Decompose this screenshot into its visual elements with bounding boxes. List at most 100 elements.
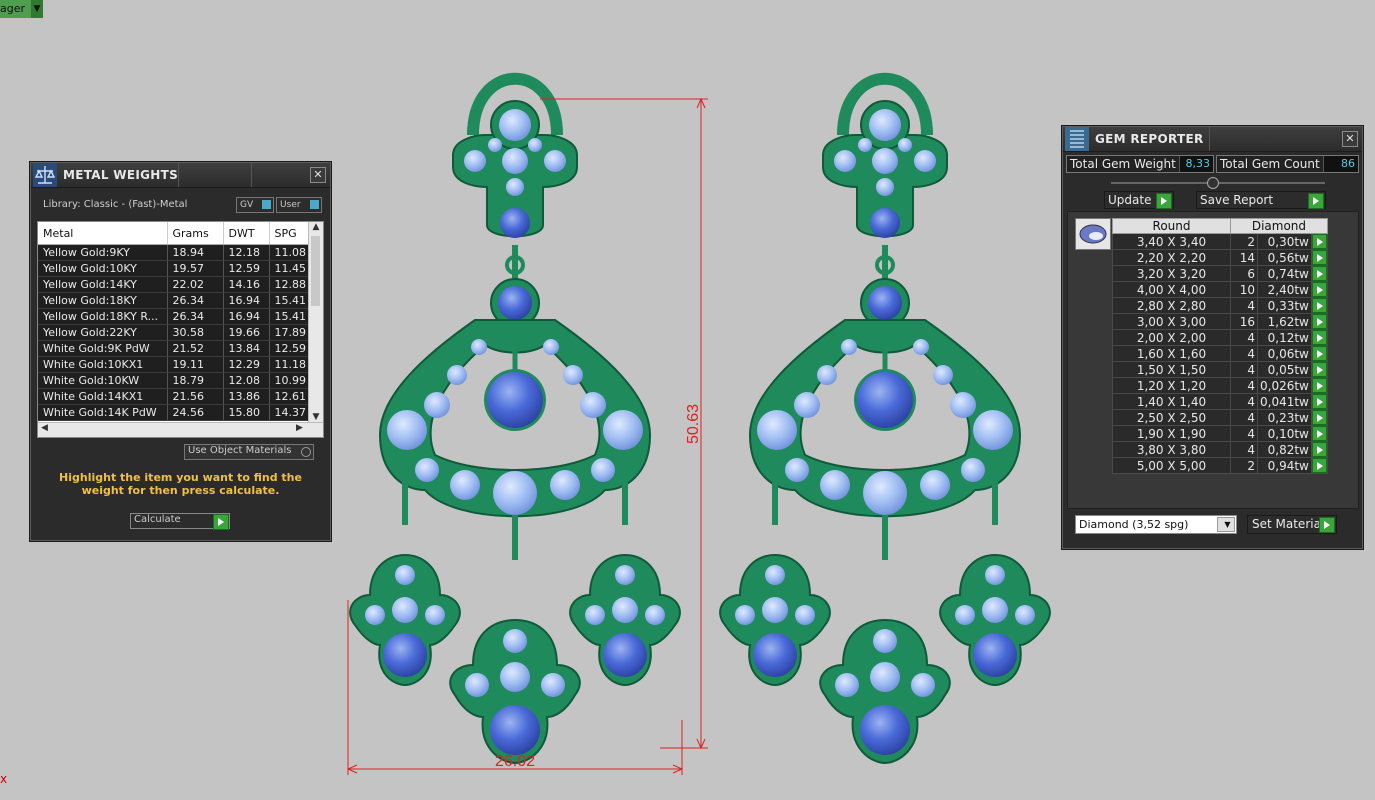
- scroll-up-icon[interactable]: ▲: [309, 222, 323, 232]
- gem-row[interactable]: 2,20 X 2,20 14 0,56tw: [1112, 249, 1328, 266]
- panel-title: GEM REPORTER: [1095, 132, 1204, 146]
- scroll-right-icon[interactable]: ▶: [296, 423, 303, 433]
- play-icon[interactable]: [1308, 193, 1324, 209]
- calculate-button[interactable]: Calculate: [130, 513, 230, 530]
- select-gem-button[interactable]: [1311, 426, 1327, 441]
- table-cell: 19.11: [167, 356, 224, 373]
- scroll-thumb[interactable]: [311, 236, 320, 306]
- gem-row[interactable]: 5,00 X 5,00 2 0,94tw: [1112, 457, 1328, 474]
- play-icon[interactable]: [1156, 193, 1172, 209]
- slider-knob[interactable]: [1207, 177, 1219, 189]
- material-select[interactable]: Diamond (3,52 spg) ▼: [1075, 515, 1237, 534]
- table-row[interactable]: White Gold:14KX1 21.56 13.86 12.61: [38, 388, 323, 405]
- gem-row[interactable]: 3,40 X 3,40 2 0,30tw: [1112, 233, 1328, 250]
- gem-size: 2,80 X 2,80: [1112, 297, 1231, 314]
- table-cell: Yellow Gold:22KY: [38, 324, 168, 341]
- scroll-down-icon[interactable]: ▼: [309, 412, 323, 422]
- table-cell: 13.84: [223, 340, 270, 357]
- gem-count: 2: [1230, 233, 1258, 250]
- table-cell: Yellow Gold:14KY: [38, 276, 168, 293]
- gem-count: 4: [1230, 297, 1258, 314]
- table-row[interactable]: Yellow Gold:18KY 26.34 16.94 15.41: [38, 292, 323, 309]
- gem-row[interactable]: 4,00 X 4,00 10 2,40tw: [1112, 281, 1328, 298]
- select-gem-button[interactable]: [1311, 266, 1327, 281]
- play-icon[interactable]: [1319, 517, 1335, 533]
- scroll-left-icon[interactable]: ◀: [41, 423, 48, 433]
- gem-row[interactable]: 2,00 X 2,00 4 0,12tw: [1112, 329, 1328, 346]
- round-gem-icon[interactable]: [1075, 218, 1111, 250]
- select-gem-button[interactable]: [1311, 458, 1327, 473]
- table-row[interactable]: White Gold:9K PdW 21.52 13.84 12.59: [38, 340, 323, 357]
- table-row[interactable]: White Gold:14K PdW 24.56 15.80 14.37: [38, 404, 323, 421]
- gem-row[interactable]: 3,80 X 3,80 4 0,82tw: [1112, 441, 1328, 458]
- gem-weight: 0,06tw: [1257, 345, 1312, 362]
- column-header[interactable]: Metal: [38, 222, 168, 245]
- gem-reporter-header[interactable]: GEM REPORTER ✕: [1063, 127, 1362, 152]
- gem-weight: 0,10tw: [1257, 425, 1312, 442]
- gv-toggle[interactable]: GV: [236, 197, 274, 213]
- close-button[interactable]: ✕: [310, 167, 326, 183]
- vertical-scrollbar[interactable]: ▲ ▼: [308, 222, 323, 422]
- table-cell: 26.34: [167, 292, 224, 309]
- metal-weights-header[interactable]: METAL WEIGHTS ✕: [31, 163, 330, 188]
- select-gem-button[interactable]: [1311, 282, 1327, 297]
- gem-row[interactable]: 1,20 X 1,20 4 0,026tw: [1112, 377, 1328, 394]
- gem-size: 1,90 X 1,90: [1112, 425, 1231, 442]
- table-row[interactable]: White Gold:10KX1 19.11 12.29 11.18: [38, 356, 323, 373]
- gem-row[interactable]: 1,90 X 1,90 4 0,10tw: [1112, 425, 1328, 442]
- table-cell: 21.56: [167, 388, 224, 405]
- select-gem-button[interactable]: [1311, 394, 1327, 409]
- table-row[interactable]: Yellow Gold:18KY R... 26.34 16.94 15.41: [38, 308, 323, 325]
- gem-row[interactable]: 1,40 X 1,40 4 0,041tw: [1112, 393, 1328, 410]
- set-material-button[interactable]: Set Material: [1247, 515, 1337, 534]
- close-button[interactable]: ✕: [1342, 131, 1358, 147]
- 3d-viewport[interactable]: ager ▼ 50.63 26.02 x METAL WEIGHTS ✕ Lib…: [0, 0, 1375, 800]
- user-toggle[interactable]: User: [276, 197, 322, 213]
- column-header[interactable]: DWT: [223, 222, 270, 245]
- table-row[interactable]: Yellow Gold:22KY 30.58 19.66 17.89: [38, 324, 323, 341]
- material-column-header[interactable]: Diamond: [1230, 218, 1328, 234]
- gem-count: 4: [1230, 329, 1258, 346]
- gem-size: 4,00 X 4,00: [1112, 281, 1231, 298]
- gem-table[interactable]: Round Diamond 3,40 X 3,40 2 0,30tw 2,20 X 2…: [1112, 218, 1328, 474]
- gem-row[interactable]: 2,50 X 2,50 4 0,23tw: [1112, 409, 1328, 426]
- gem-row[interactable]: 1,60 X 1,60 4 0,06tw: [1112, 345, 1328, 362]
- gem-row[interactable]: 1,50 X 1,50 4 0,05tw: [1112, 361, 1328, 378]
- table-row[interactable]: Yellow Gold:9KY 18.94 12.18 11.08: [38, 244, 323, 261]
- gem-count: 4: [1230, 393, 1258, 410]
- select-gem-button[interactable]: [1311, 442, 1327, 457]
- select-gem-button[interactable]: [1311, 234, 1327, 249]
- gem-row[interactable]: 2,80 X 2,80 4 0,33tw: [1112, 297, 1328, 314]
- table-cell: 18.94: [167, 244, 224, 261]
- table-cell: 12.59: [223, 260, 270, 277]
- metal-table[interactable]: Metal Grams DWT SPG Yellow Gold:9KY 18.94 12.…: [37, 221, 324, 438]
- gem-row[interactable]: 3,20 X 3,20 6 0,74tw: [1112, 265, 1328, 282]
- select-gem-button[interactable]: [1311, 314, 1327, 329]
- select-gem-button[interactable]: [1311, 346, 1327, 361]
- use-object-materials-toggle[interactable]: Use Object Materials: [184, 444, 314, 460]
- play-icon[interactable]: [213, 514, 229, 530]
- gem-size: 2,20 X 2,20: [1112, 249, 1231, 266]
- select-gem-button[interactable]: [1311, 378, 1327, 393]
- table-row[interactable]: Yellow Gold:14KY 22.02 14.16 12.88: [38, 276, 323, 293]
- column-header[interactable]: Grams: [167, 222, 224, 245]
- select-gem-button[interactable]: [1311, 362, 1327, 377]
- gem-row[interactable]: 3,00 X 3,00 16 1,62tw: [1112, 313, 1328, 330]
- table-row[interactable]: Yellow Gold:10KY 19.57 12.59 11.45: [38, 260, 323, 277]
- select-gem-button[interactable]: [1311, 250, 1327, 265]
- gem-count: 10: [1230, 281, 1258, 298]
- table-cell: 18.79: [167, 372, 224, 389]
- table-cell: Yellow Gold:10KY: [38, 260, 168, 277]
- select-gem-button[interactable]: [1311, 410, 1327, 425]
- gem-size: 3,40 X 3,40: [1112, 233, 1231, 250]
- table-cell: White Gold:14KX1: [38, 388, 168, 405]
- table-row[interactable]: White Gold:10KW 18.79 12.08 10.99: [38, 372, 323, 389]
- select-gem-button[interactable]: [1311, 330, 1327, 345]
- horizontal-scrollbar[interactable]: ◀ ▶: [38, 422, 323, 437]
- shape-column-header[interactable]: Round: [1112, 218, 1231, 234]
- chevron-down-icon[interactable]: ▼: [1217, 517, 1235, 532]
- save-report-button[interactable]: Save Report: [1196, 191, 1326, 209]
- left-earring: [350, 79, 680, 763]
- select-gem-button[interactable]: [1311, 298, 1327, 313]
- update-button[interactable]: Update: [1104, 191, 1174, 209]
